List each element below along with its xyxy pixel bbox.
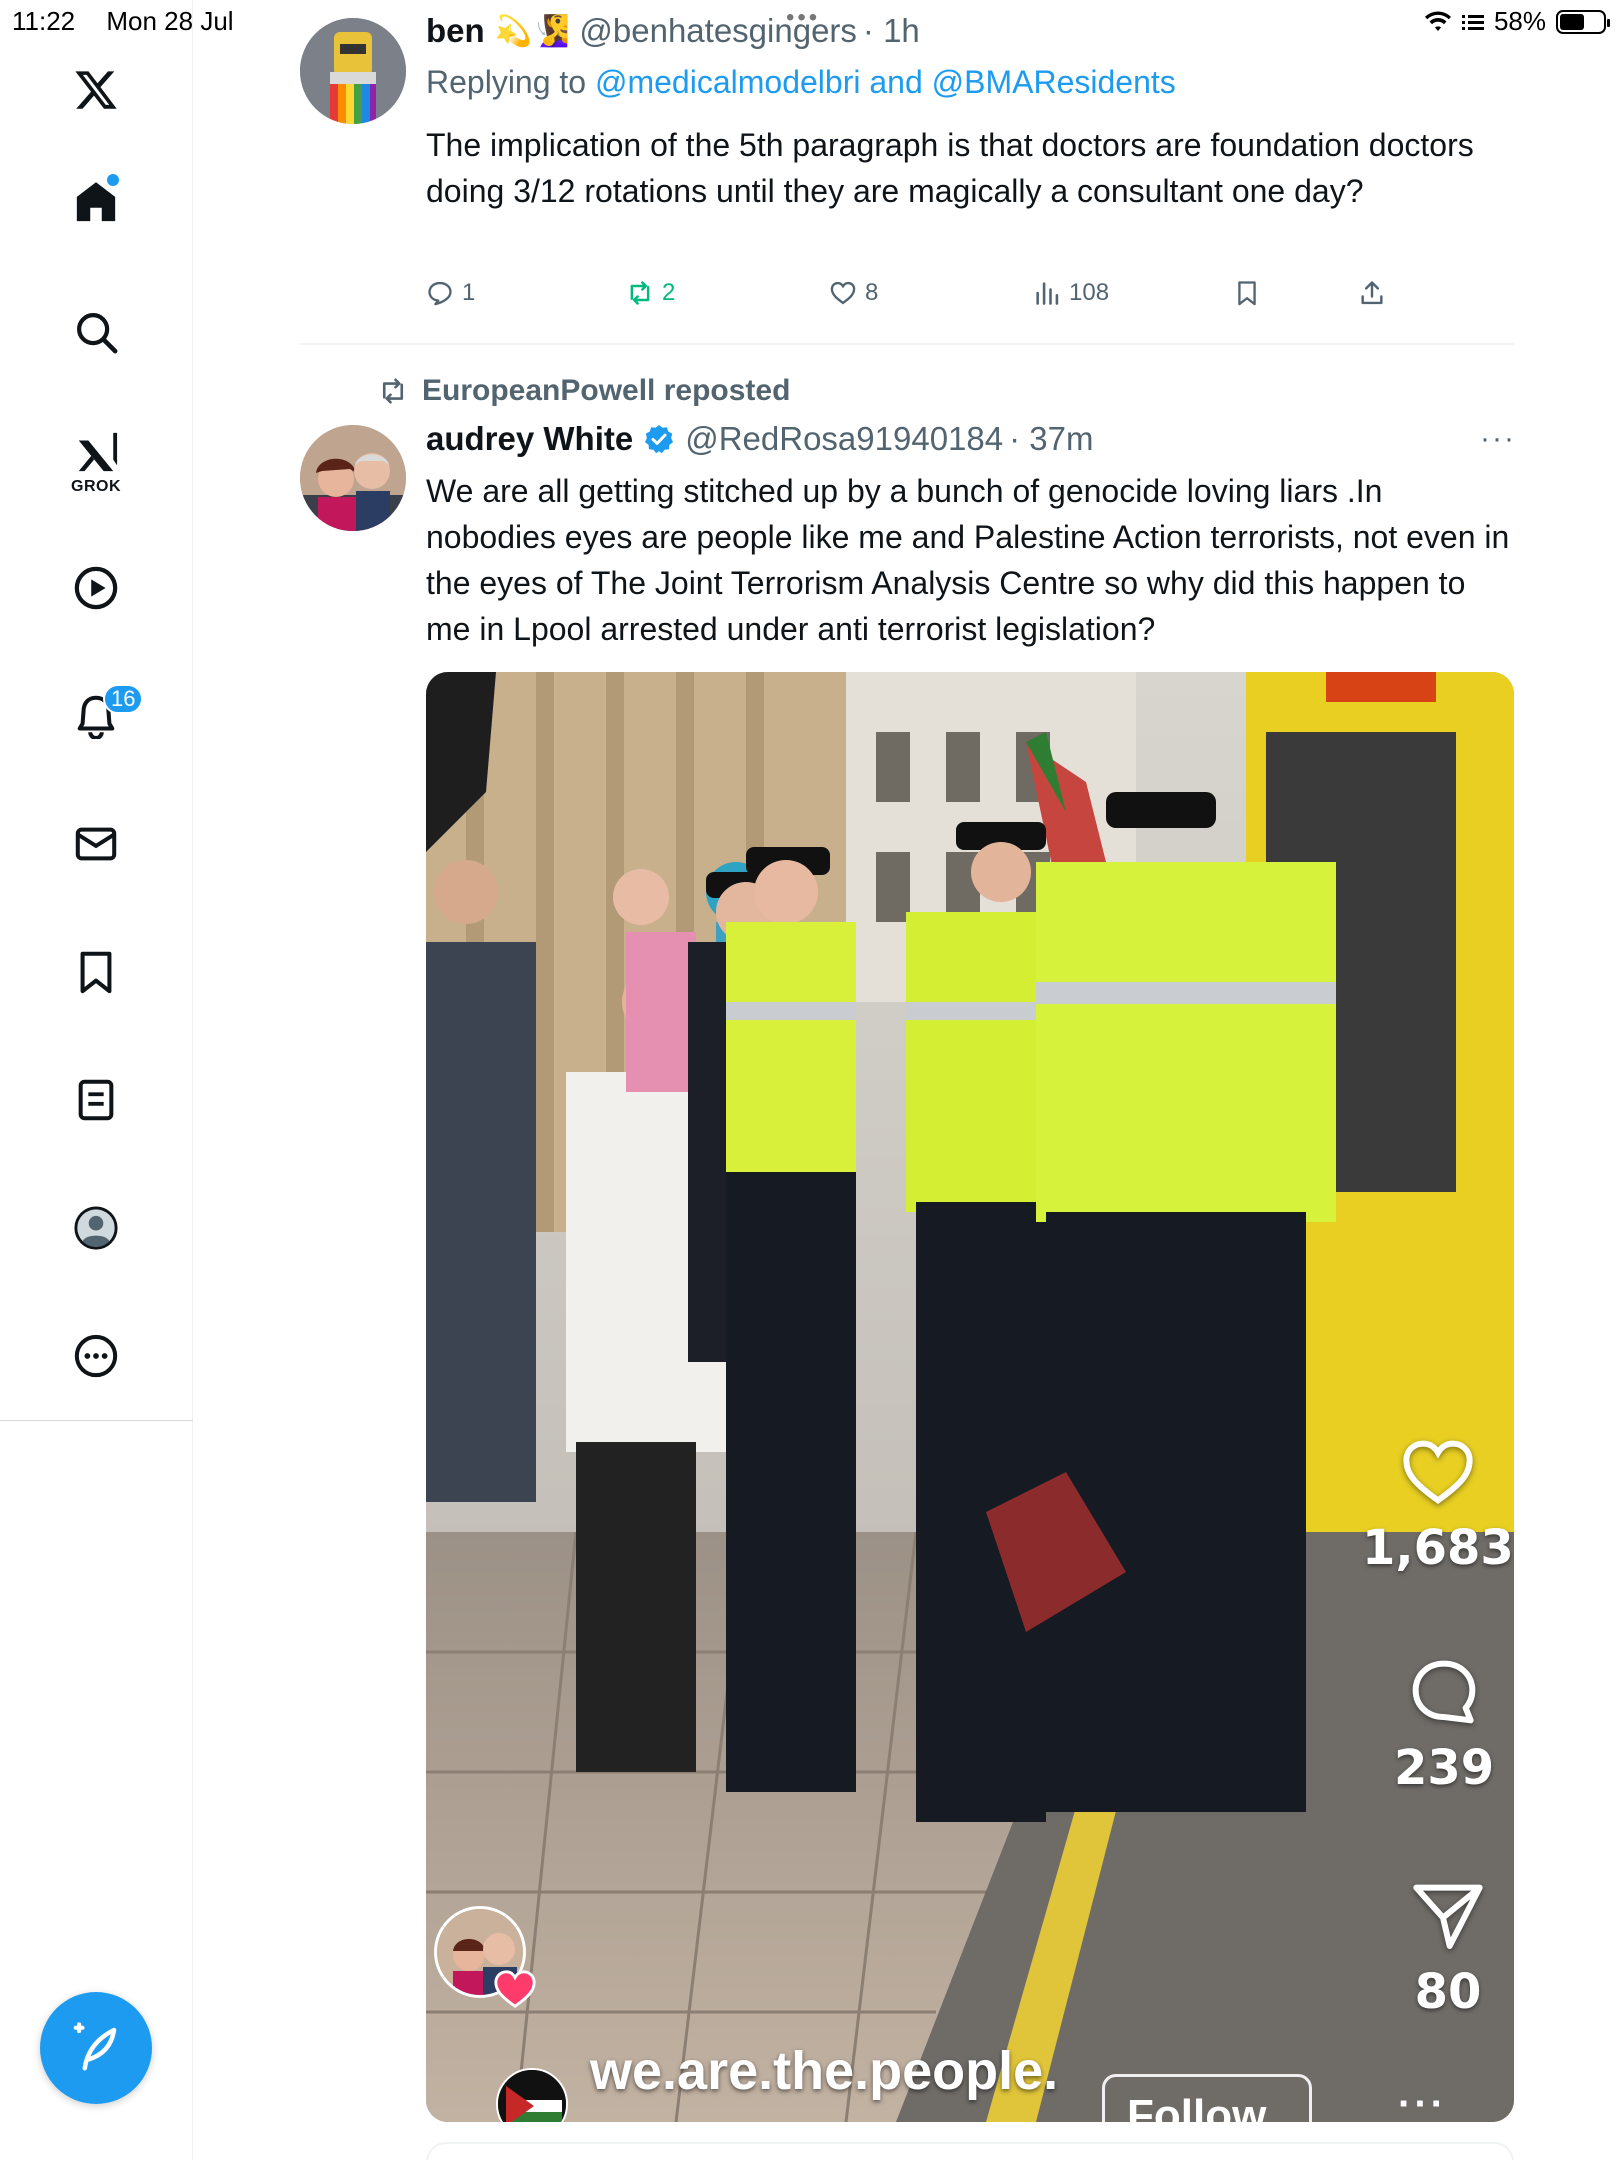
sidebar-divider (0, 1420, 193, 1421)
battery-icon (1556, 9, 1610, 34)
sidebar: GROK 16 (0, 0, 193, 2160)
share-button[interactable] (1358, 279, 1386, 307)
tweet1-time[interactable]: · 1h (863, 12, 920, 50)
bookmark-icon[interactable] (66, 942, 126, 1002)
list-icon[interactable] (66, 1070, 126, 1130)
next-card-edge (426, 2142, 1514, 2160)
wifi-icon (1424, 10, 1451, 31)
repost-small-icon (382, 378, 404, 404)
avatar-audrey-white[interactable] (300, 425, 406, 531)
avatar-ben[interactable] (300, 18, 406, 124)
reply-handle-medicalmodelbri[interactable]: @medicalmodelbri (595, 64, 860, 100)
video-comment-count: 239 (1394, 1740, 1495, 1796)
reply-button[interactable]: 1 (426, 279, 475, 307)
reply-handle-bmaresidents[interactable]: @BMAResidents (932, 64, 1176, 100)
repost-button[interactable]: 2 (626, 279, 675, 307)
reply-and-label: and (869, 64, 923, 100)
video-watermark: we.are.the.people. (590, 2041, 1059, 2101)
play-icon[interactable] (66, 558, 126, 618)
reply-icon (428, 281, 452, 306)
verified-badge-icon (645, 425, 674, 454)
bookmark-tweet-button[interactable] (1233, 279, 1261, 307)
notification-badge: 16 (103, 684, 144, 714)
tweet1-name-emojis: 💫🧏‍♀️ (494, 14, 570, 48)
tweet2-more-icon[interactable]: ··· (1480, 422, 1516, 456)
video-follow-button[interactable]: Follow (1102, 2074, 1312, 2122)
video-share-button[interactable]: 80 (1408, 1876, 1488, 2020)
video-share-count: 80 (1414, 1964, 1482, 2020)
compose-button[interactable] (40, 1992, 152, 2104)
video-like-button[interactable]: 1,683 (1362, 1432, 1514, 1576)
battery-percent: 58% (1493, 6, 1546, 36)
tweet2-time[interactable]: · 37m (1009, 420, 1093, 458)
compose-icon (73, 2022, 117, 2071)
repost-count: 2 (662, 279, 676, 306)
video-like-count: 1,683 (1362, 1520, 1514, 1576)
home-notification-dot (107, 174, 119, 186)
status-bar-right: 58% (1424, 6, 1610, 37)
more-icon[interactable] (66, 1326, 126, 1386)
repost-by-label[interactable]: EuropeanPowell reposted (422, 374, 790, 408)
repost-indicator: EuropeanPowell reposted (378, 374, 790, 408)
tweet1-header: ben 💫🧏‍♀️ @benhatesgingers · 1h (426, 12, 920, 50)
tweet-divider (300, 343, 1514, 345)
views-button[interactable]: 108 (1033, 279, 1109, 307)
battery-level (1560, 13, 1585, 30)
tweet2-header: audrey White @RedRosa91940184 · 37m (426, 420, 1093, 458)
video-comment-icon (1412, 1660, 1476, 1724)
share-icon (1361, 281, 1383, 305)
video-send-icon (1413, 1884, 1483, 1949)
tweet2-display-name[interactable]: audrey White (426, 420, 633, 458)
grok-icon[interactable] (66, 422, 126, 482)
video-comment-button[interactable]: 239 (1394, 1652, 1494, 1796)
views-icon (1036, 282, 1059, 305)
bookmark-outline-icon (1238, 281, 1256, 306)
profile-icon[interactable] (66, 1198, 126, 1258)
tweet1-display-name[interactable]: ben (426, 12, 485, 50)
like-count: 8 (865, 279, 879, 306)
tweet2-text: We are all getting stitched up by a bunc… (426, 473, 1510, 647)
like-button[interactable]: 8 (829, 279, 878, 307)
tweet2-video[interactable]: 1,683 239 80 we.are.the.people. Follow ·… (426, 672, 1514, 2122)
x-logo-icon[interactable] (66, 60, 126, 120)
tweet1-text: The implication of the 5th paragraph is … (426, 127, 1474, 209)
replying-to-label: Replying to (426, 64, 587, 100)
search-icon[interactable] (66, 302, 126, 362)
video-more-icon[interactable]: ··· (1398, 2082, 1447, 2122)
grok-label: GROK (71, 478, 121, 495)
tweet2-handle[interactable]: @RedRosa91940184 (685, 420, 1003, 458)
video-creator-heart-icon (494, 1970, 536, 2009)
tweet1-handle[interactable]: @benhatesgingers (579, 12, 857, 50)
heart-icon (830, 281, 856, 305)
reply-count: 1 (462, 279, 476, 306)
video-heart-icon (1403, 1440, 1473, 1505)
tweet1-replying-to: Replying to @medicalmodelbri and @BMARes… (426, 64, 1176, 101)
focus-list-icon (1461, 14, 1484, 30)
views-count: 108 (1069, 279, 1110, 306)
repost-icon (630, 281, 650, 305)
video-frame (426, 672, 1514, 2122)
mail-icon[interactable] (66, 814, 126, 874)
